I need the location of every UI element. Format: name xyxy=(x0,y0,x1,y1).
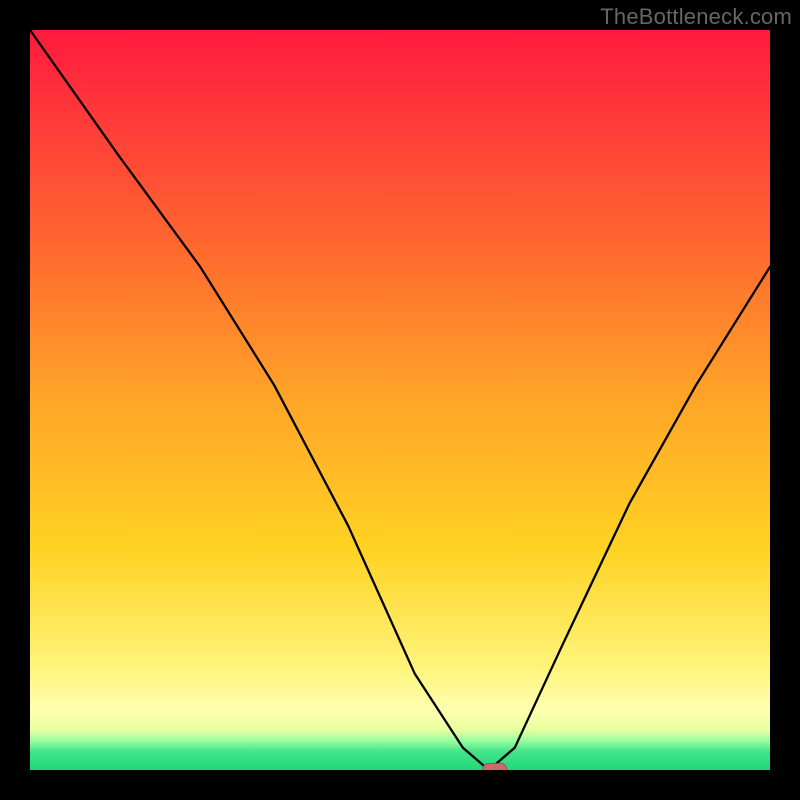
minimum-marker xyxy=(483,764,507,771)
bottleneck-curve xyxy=(30,30,770,770)
chart-stage: TheBottleneck.com xyxy=(0,0,800,800)
attribution-text: TheBottleneck.com xyxy=(600,4,792,30)
curve-path xyxy=(30,30,770,770)
plot-area xyxy=(30,30,770,770)
